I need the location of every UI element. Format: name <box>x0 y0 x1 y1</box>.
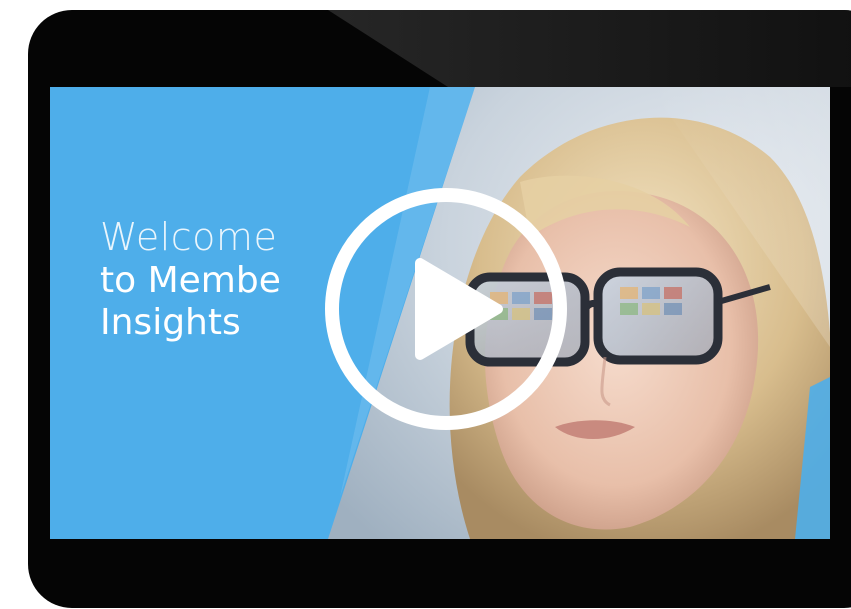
video-player[interactable]: Welcome to Membe Insights <box>50 87 830 539</box>
title-line-2: Insights <box>100 302 241 344</box>
play-icon <box>325 188 567 430</box>
play-button[interactable] <box>322 185 570 433</box>
tablet-device-frame: Welcome to Membe Insights <box>28 10 851 608</box>
video-title: Welcome to Membe Insights <box>100 215 310 345</box>
title-line-1: to Membe <box>100 259 281 301</box>
welcome-line: Welcome <box>100 215 278 259</box>
